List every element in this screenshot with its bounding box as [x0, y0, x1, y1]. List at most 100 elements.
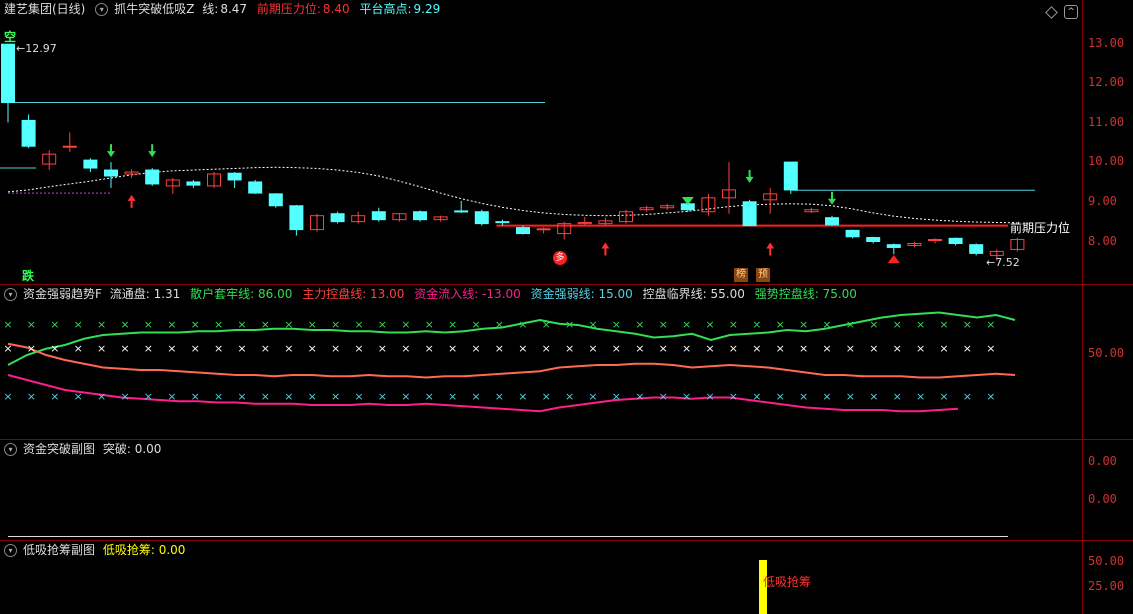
- cross-marker-icon: ×: [565, 318, 574, 331]
- cross-marker-icon: ×: [542, 342, 551, 355]
- candle-body: [516, 227, 530, 235]
- cross-marker-icon: ×: [214, 342, 223, 355]
- fund-strength-chart[interactable]: × × × × × × × × × × × × × × × × × × × × × × × × × × × × × × × × × × × × × × × ×…: [0, 285, 1082, 439]
- cross-marker-icon: ×: [939, 390, 948, 403]
- cross-marker-icon: ×: [986, 318, 995, 331]
- cross-marker-icon: ×: [776, 318, 785, 331]
- candle-body: [104, 169, 118, 177]
- cross-marker-icon: ×: [471, 390, 480, 403]
- cross-marker-icon: ×: [401, 342, 410, 355]
- cross-marker-icon: ×: [144, 318, 153, 331]
- cross-marker-icon: ×: [144, 342, 153, 355]
- cross-marker-icon: ×: [846, 390, 855, 403]
- cross-marker-icon: ×: [729, 390, 738, 403]
- cross-marker-icon: ×: [822, 318, 831, 331]
- cross-marker-icon: ×: [846, 318, 855, 331]
- cross-marker-icon: ×: [167, 342, 176, 355]
- pane4-y-tick: 25.00: [1088, 579, 1125, 593]
- buy-arrow-icon: [601, 242, 610, 249]
- pane4-title[interactable]: 低吸抢筹副图: [23, 543, 95, 557]
- cross-marker-icon: ×: [331, 318, 340, 331]
- settings-icon[interactable]: ▾: [4, 443, 17, 456]
- candlestick-chart[interactable]: [0, 0, 1082, 284]
- sell-arrow-icon: [107, 151, 115, 158]
- cross-marker-icon: ×: [425, 390, 434, 403]
- cross-marker-icon: ×: [565, 342, 574, 355]
- cross-marker-icon: ×: [635, 342, 644, 355]
- cross-marker-icon: ×: [893, 342, 902, 355]
- candle-body: [866, 237, 881, 242]
- cross-marker-icon: ×: [916, 342, 925, 355]
- candle-body: [948, 237, 963, 244]
- cross-marker-icon: ×: [565, 390, 574, 403]
- resist-text-label: 前期压力位: [1010, 221, 1071, 235]
- cross-marker-icon: ×: [50, 342, 59, 355]
- cross-marker-icon: ×: [331, 390, 340, 403]
- cross-marker-icon: ×: [542, 318, 551, 331]
- cross-marker-icon: ×: [729, 318, 738, 331]
- cross-marker-icon: ×: [27, 318, 36, 331]
- tupo-label: 突破: 0.00: [102, 442, 162, 456]
- series-line: [7, 311, 1016, 366]
- cross-marker-icon: ×: [3, 318, 12, 331]
- cross-marker-icon: ×: [237, 342, 246, 355]
- cross-marker-icon: ×: [682, 318, 691, 331]
- cross-marker-icon: ×: [308, 318, 317, 331]
- buy-arrow-icon: [766, 242, 775, 249]
- cross-marker-icon: ×: [284, 390, 293, 403]
- candle-body: [495, 221, 510, 224]
- cross-marker-icon: ×: [378, 390, 387, 403]
- settings-icon[interactable]: ▾: [4, 544, 17, 557]
- cross-marker-icon: ×: [776, 390, 785, 403]
- tag-yu: 预: [756, 268, 770, 282]
- candle-body: [413, 211, 427, 221]
- cross-marker-icon: ×: [518, 318, 527, 331]
- cross-marker-icon: ×: [237, 390, 246, 403]
- cross-marker-icon: ×: [659, 390, 668, 403]
- cross-marker-icon: ×: [191, 318, 200, 331]
- candle-body: [1, 43, 15, 104]
- cross-marker-icon: ×: [3, 390, 12, 403]
- low-buy-pane[interactable]: ▾ 低吸抢筹副图 低吸抢筹: 0.00 低吸抢筹: [0, 541, 1133, 614]
- cross-marker-icon: ×: [963, 342, 972, 355]
- cross-marker-icon: ×: [120, 318, 129, 331]
- cross-marker-icon: ×: [635, 318, 644, 331]
- cross-marker-icon: ×: [448, 318, 457, 331]
- candle-body: [825, 217, 839, 226]
- cross-marker-icon: ×: [448, 390, 457, 403]
- cross-marker-icon: ×: [261, 318, 270, 331]
- cross-marker-icon: ×: [705, 318, 714, 331]
- cross-marker-icon: ×: [752, 318, 761, 331]
- sell-arrow-icon: [828, 198, 836, 205]
- candle-body: [454, 210, 469, 213]
- cross-marker-icon: ×: [378, 342, 387, 355]
- cross-marker-icon: ×: [916, 390, 925, 403]
- cross-marker-icon: ×: [612, 318, 621, 331]
- series-line: [7, 342, 1016, 379]
- low-buy-bar-label: 低吸抢筹: [763, 575, 812, 589]
- tag-bang: 榜: [734, 268, 748, 282]
- cross-marker-icon: ×: [74, 390, 83, 403]
- cross-marker-icon: ×: [50, 390, 59, 403]
- cross-marker-icon: ×: [471, 342, 480, 355]
- breakout-pane[interactable]: ▾ 资金突破副图 突破: 0.00: [0, 440, 1133, 540]
- cross-marker-icon: ×: [378, 318, 387, 331]
- cross-marker-icon: ×: [963, 390, 972, 403]
- cross-marker-icon: ×: [682, 390, 691, 403]
- cross-marker-icon: ×: [27, 390, 36, 403]
- pane3-title[interactable]: 资金突破副图: [23, 442, 95, 456]
- cross-marker-icon: ×: [916, 318, 925, 331]
- main-y-tick: 12.00: [1088, 75, 1125, 89]
- cross-marker-icon: ×: [776, 342, 785, 355]
- candle-body: [886, 244, 901, 248]
- cross-marker-icon: ×: [986, 342, 995, 355]
- cross-marker-icon: ×: [261, 342, 270, 355]
- cross-marker-icon: ×: [705, 342, 714, 355]
- tag-kong: 空: [4, 30, 17, 44]
- cross-marker-icon: ×: [167, 390, 176, 403]
- tag-die: 跌: [22, 269, 35, 283]
- cross-marker-icon: ×: [939, 318, 948, 331]
- cross-marker-icon: ×: [308, 390, 317, 403]
- cross-marker-icon: ×: [97, 390, 106, 403]
- tag-duo: 多: [553, 251, 567, 265]
